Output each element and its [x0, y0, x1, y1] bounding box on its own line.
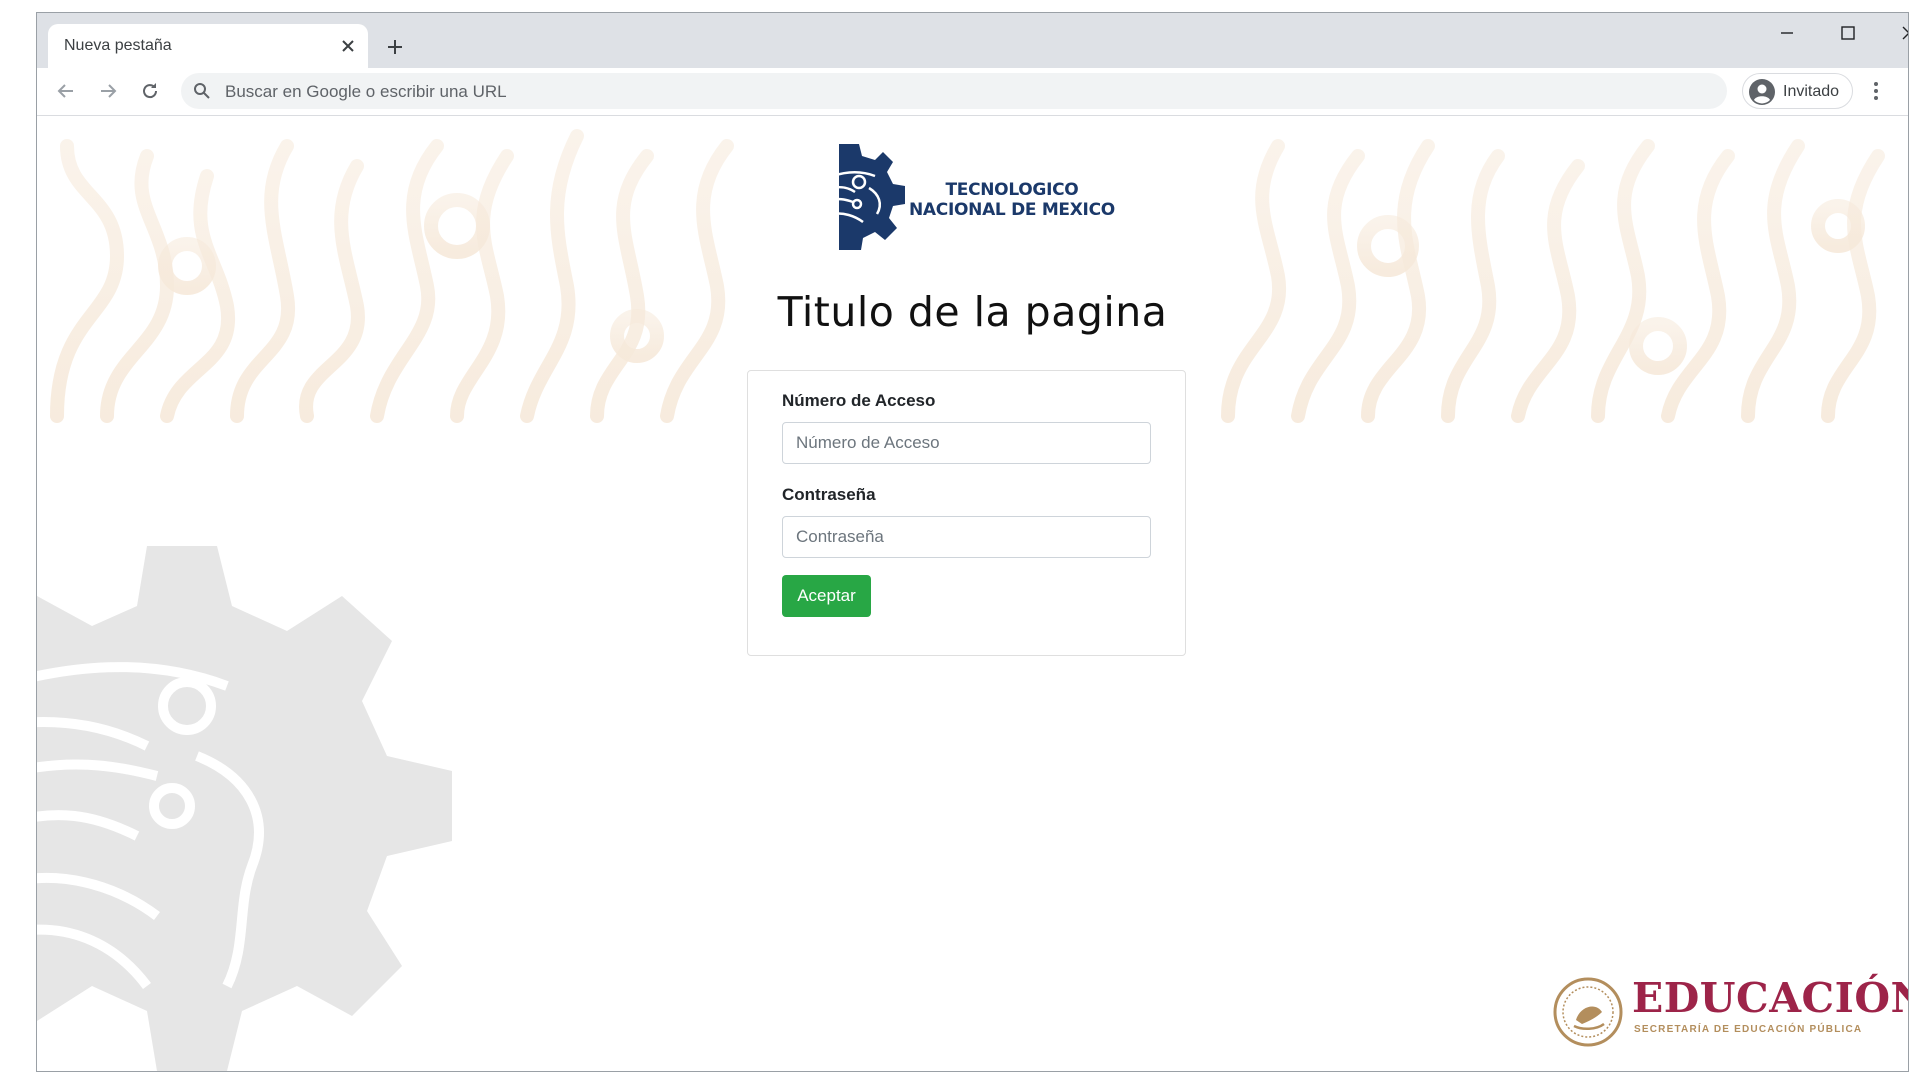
browser-toolbar: Buscar en Google o escribir una URL Invi…: [37, 68, 1908, 116]
kebab-menu-icon[interactable]: [1859, 74, 1893, 108]
sep-logo-subtitle: SECRETARÍA DE EDUCACIÓN PÚBLICA: [1634, 1024, 1863, 1035]
sep-logo-title: EDUCACIÓN: [1632, 974, 1908, 1022]
tecnm-logo-line2: NACIONAL DE MEXICO: [909, 200, 1115, 220]
maximize-icon[interactable]: [1818, 13, 1878, 53]
access-number-label: Número de Acceso: [782, 391, 936, 410]
profile-label: Invitado: [1783, 83, 1840, 100]
tecnm-logo: TECNOLOGICO NACIONAL DE MEXICO: [827, 142, 1127, 252]
submit-button[interactable]: Aceptar: [782, 575, 871, 617]
address-placeholder: Buscar en Google o escribir una URL: [225, 82, 507, 101]
sep-education-logo: EDUCACIÓN SECRETARÍA DE EDUCACIÓN PÚBLIC…: [1552, 970, 1908, 1050]
decorative-pattern: [1221, 139, 1885, 423]
avatar-icon: [1749, 79, 1775, 105]
page-title: Titulo de la pagina: [777, 288, 1168, 336]
plus-icon[interactable]: [379, 31, 411, 63]
tecnm-gear-logo-icon: [832, 144, 905, 250]
search-icon: [194, 83, 210, 99]
tab-new-tab[interactable]: Nueva pestaña: [48, 24, 368, 68]
browser-window: Nueva pestaña Buscar en Google o escribi…: [36, 12, 1909, 1072]
decorative-pattern: [50, 129, 734, 423]
close-window-icon[interactable]: [1879, 13, 1908, 53]
tecnm-logo-text: TECNOLOGICO NACIONAL DE MEXICO: [909, 180, 1115, 220]
back-arrow-icon[interactable]: [49, 74, 83, 108]
login-card: Número de Acceso Contraseña Aceptar: [747, 370, 1186, 656]
national-seal-icon: [1553, 977, 1623, 1047]
gear-watermark-icon: [37, 546, 452, 1071]
password-input[interactable]: [782, 516, 1151, 558]
reload-icon[interactable]: [133, 74, 167, 108]
password-label: Contraseña: [782, 485, 876, 504]
tab-title: Nueva pestaña: [64, 37, 172, 54]
access-number-input[interactable]: [782, 422, 1151, 464]
forward-arrow-icon[interactable]: [91, 74, 125, 108]
page-content: TECNOLOGICO NACIONAL DE MEXICO Titulo de…: [37, 116, 1908, 1071]
minimize-icon[interactable]: [1757, 13, 1817, 53]
profile-button[interactable]: Invitado: [1742, 73, 1853, 109]
tab-strip: Nueva pestaña: [37, 13, 1908, 68]
address-bar[interactable]: Buscar en Google o escribir una URL: [181, 73, 1727, 109]
close-icon[interactable]: [336, 34, 360, 58]
tecnm-logo-line1: TECNOLOGICO: [945, 180, 1079, 200]
